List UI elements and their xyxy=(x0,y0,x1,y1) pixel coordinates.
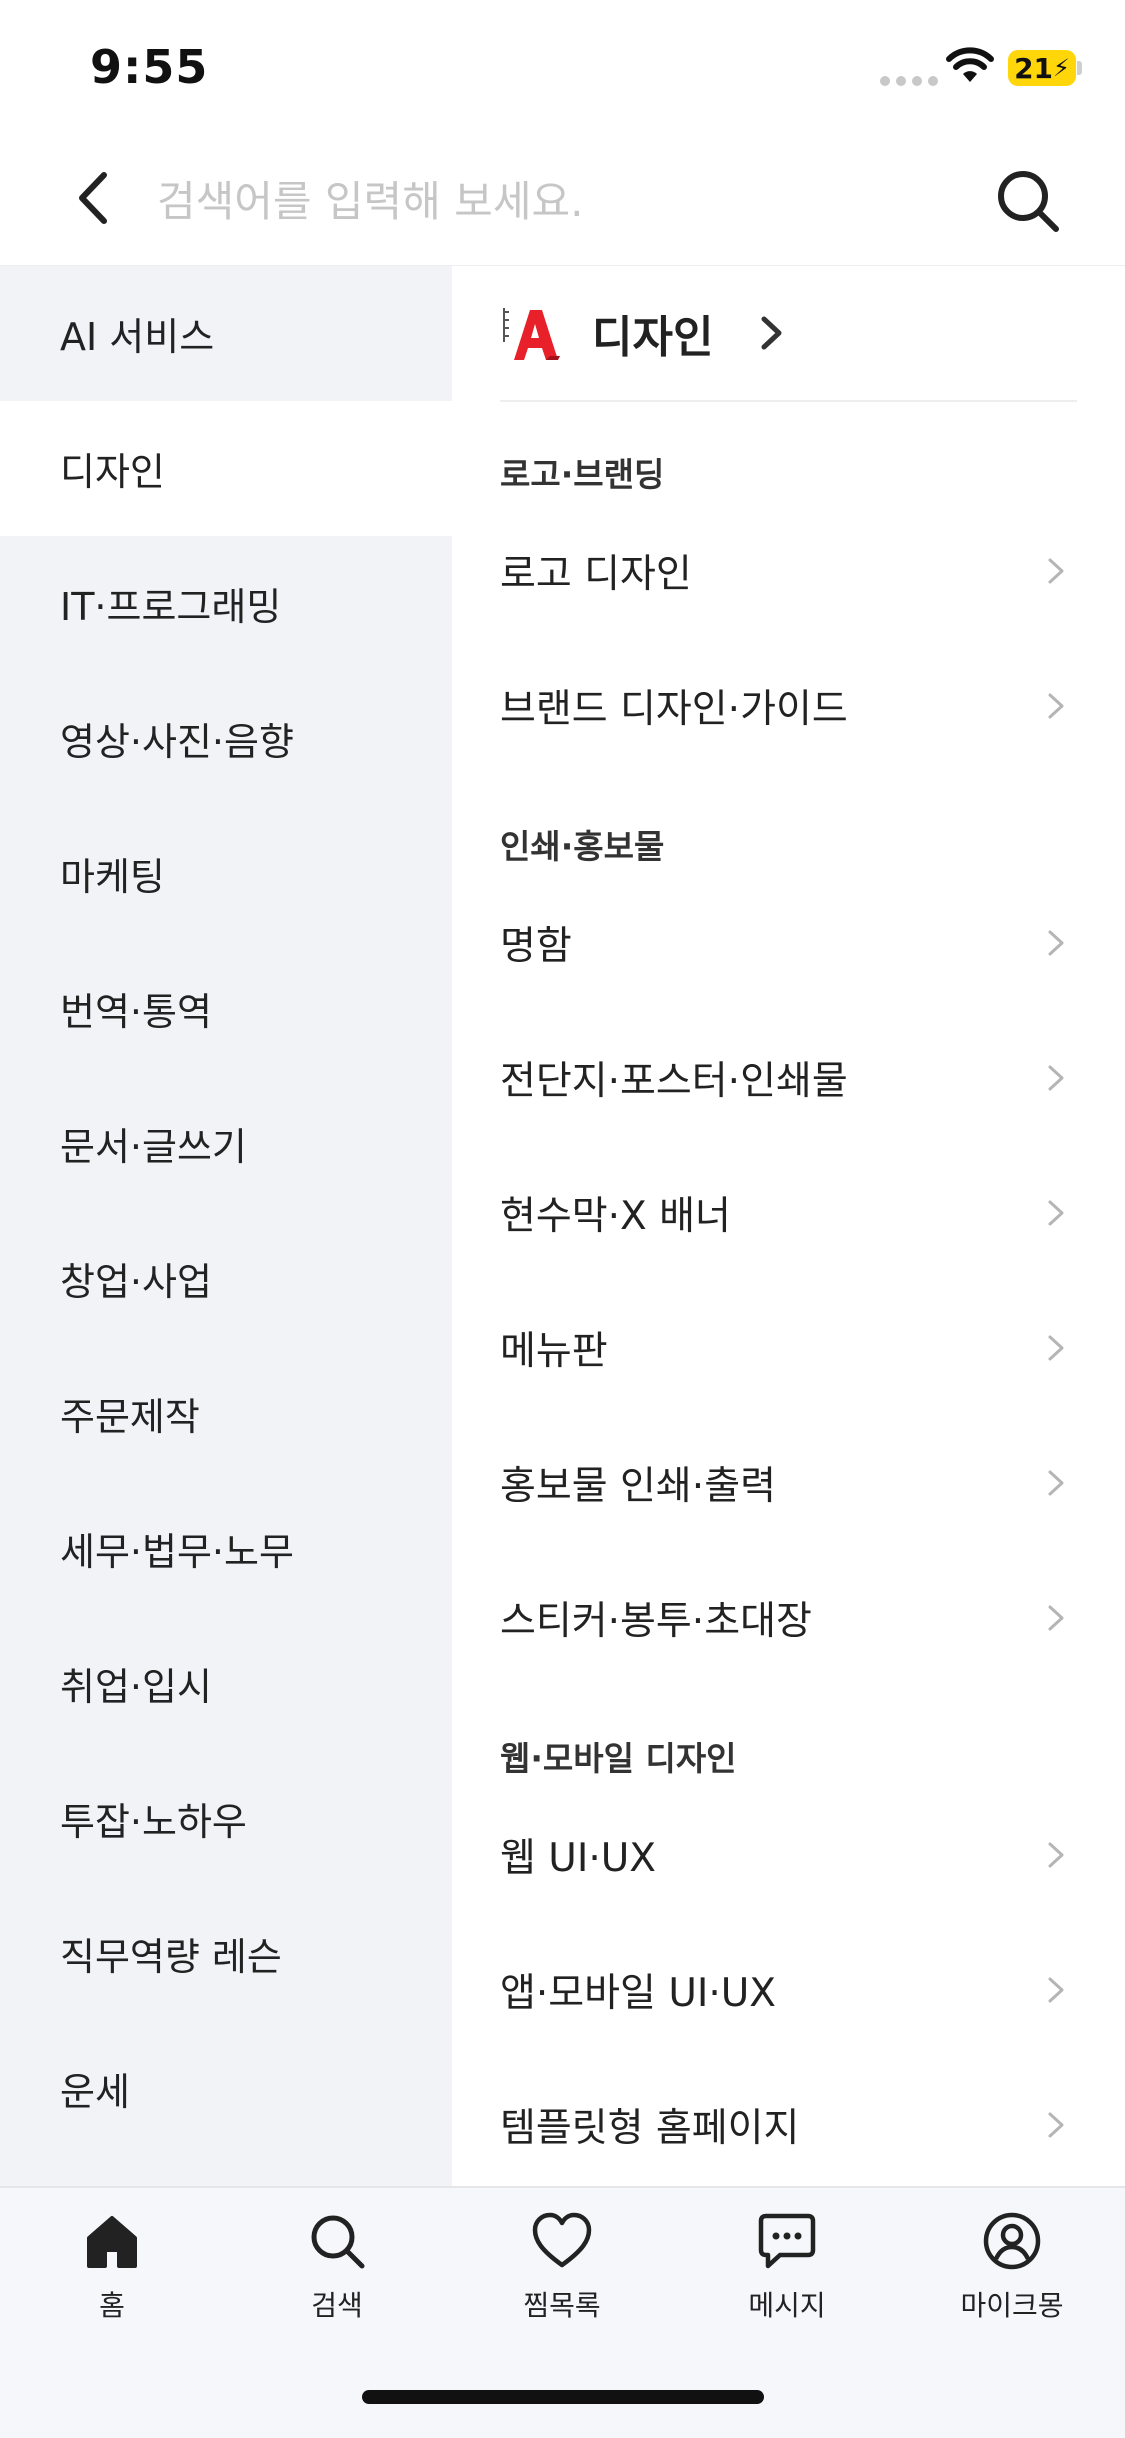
tab-search[interactable]: 검색 xyxy=(257,2210,417,2324)
sub-item-label: 현수막·X 배너 xyxy=(500,1194,731,1239)
group-title-web-mobile: 웹·모바일 디자인 xyxy=(500,1739,737,1778)
sub-item-template-homepage[interactable]: 템플릿형 홈페이지 xyxy=(500,2075,1077,2175)
home-icon xyxy=(87,2216,137,2268)
sub-item-label: 브랜드 디자인·가이드 xyxy=(500,687,848,732)
signal-icon xyxy=(880,76,938,86)
group-title-logo-branding: 로고·브랜딩 xyxy=(500,455,665,494)
category-label: 직무역량 레슨 xyxy=(60,1935,282,1979)
chevron-right-icon xyxy=(1048,2112,1064,2138)
wifi-icon xyxy=(946,47,994,82)
sub-item-app-ui-ux[interactable]: 앱·모바일 UI·UX xyxy=(500,1940,1077,2040)
category-label: 문서·글쓰기 xyxy=(60,1125,247,1169)
sub-item-sticker-invitation[interactable]: 스티커·봉투·초대장 xyxy=(500,1568,1077,1668)
tab-label: 메시지 xyxy=(748,2289,826,2322)
sub-item-menu-board[interactable]: 메뉴판 xyxy=(500,1298,1077,1398)
panel-title: 디자인 xyxy=(592,312,714,363)
tab-messages[interactable]: 메시지 xyxy=(707,2210,867,2324)
search-icon xyxy=(311,2215,365,2269)
category-item-job-skill-lesson[interactable]: 직무역량 레슨 xyxy=(0,1886,452,2021)
sub-item-label: 스티커·봉투·초대장 xyxy=(500,1599,812,1644)
category-label: 창업·사업 xyxy=(60,1260,212,1304)
category-label: 운세 xyxy=(60,2070,130,2114)
panel-header-design[interactable]: 디자인 xyxy=(500,266,1077,402)
category-label: IT·프로그래밍 xyxy=(60,585,282,629)
tab-home[interactable]: 홈 xyxy=(32,2210,192,2324)
category-label: 취업·입시 xyxy=(60,1665,212,1709)
chevron-right-icon xyxy=(1048,1605,1064,1631)
chevron-right-icon xyxy=(1048,1065,1064,1091)
category-item-writing[interactable]: 문서·글쓰기 xyxy=(0,1076,452,1211)
sub-item-label: 앱·모바일 UI·UX xyxy=(500,1971,777,2016)
category-item-job-admission[interactable]: 취업·입시 xyxy=(0,1616,452,1751)
tab-my-kmong[interactable]: 마이크몽 xyxy=(932,2210,1092,2324)
heart-icon xyxy=(532,2212,592,2268)
category-sidebar: AI 서비스 디자인 IT·프로그래밍 영상·사진·음향 마케팅 번역·통역 문… xyxy=(0,266,452,2186)
category-label: 투잡·노하우 xyxy=(60,1800,247,1844)
category-item-side-job-knowhow[interactable]: 투잡·노하우 xyxy=(0,1751,452,1886)
chevron-right-icon xyxy=(1048,1200,1064,1226)
battery-indicator: 21 ⚡ xyxy=(1008,50,1076,86)
sub-item-brand-design-guide[interactable]: 브랜드 디자인·가이드 xyxy=(500,656,1077,756)
category-item-fortune[interactable]: 운세 xyxy=(0,2021,452,2156)
group-title-print-promo: 인쇄·홍보물 xyxy=(500,827,665,866)
tab-label: 홈 xyxy=(99,2289,125,2322)
category-item-design[interactable]: 디자인 xyxy=(0,401,452,536)
category-item-marketing[interactable]: 마케팅 xyxy=(0,806,452,941)
chevron-right-icon xyxy=(1048,1470,1064,1496)
category-item-ai-service[interactable]: AI 서비스 xyxy=(0,266,452,401)
sub-item-label: 전단지·포스터·인쇄물 xyxy=(500,1059,848,1104)
chevron-right-icon xyxy=(1048,930,1064,956)
tab-label: 검색 xyxy=(311,2289,363,2322)
chevron-right-icon xyxy=(1048,1977,1064,2003)
category-label: 주문제작 xyxy=(60,1395,200,1439)
chevron-right-icon xyxy=(1048,1335,1064,1361)
tab-label: 마이크몽 xyxy=(960,2289,1064,2322)
sub-item-logo-design[interactable]: 로고 디자인 xyxy=(500,521,1077,621)
design-category-icon xyxy=(503,308,560,360)
category-item-startup-business[interactable]: 창업·사업 xyxy=(0,1211,452,1346)
category-label: 번역·통역 xyxy=(60,990,212,1034)
category-item-video-photo-audio[interactable]: 영상·사진·음향 xyxy=(0,671,452,806)
category-item-it-programming[interactable]: IT·프로그래밍 xyxy=(0,536,452,671)
category-label: AI 서비스 xyxy=(60,315,215,359)
category-item-tax-legal-labor[interactable]: 세무·법무·노무 xyxy=(0,1481,452,1616)
subcategory-panel: 디자인 로고·브랜딩 로고 디자인 브랜드 디자인·가이드 인쇄·홍보물 명함 … xyxy=(452,266,1125,2186)
status-bar: 9:55 21 ⚡ xyxy=(0,0,1125,135)
sub-item-business-card[interactable]: 명함 xyxy=(500,893,1077,993)
chevron-right-icon xyxy=(1048,558,1064,584)
category-label: 디자인 xyxy=(60,450,165,494)
chevron-right-icon xyxy=(761,316,782,350)
sub-item-label: 웹 UI·UX xyxy=(500,1836,656,1881)
chevron-right-icon xyxy=(1048,1842,1064,1868)
category-item-custom-production[interactable]: 주문제작 xyxy=(0,1346,452,1481)
search-input[interactable] xyxy=(155,165,959,237)
category-label: 세무·법무·노무 xyxy=(60,1530,294,1574)
sub-item-flyer-poster[interactable]: 전단지·포스터·인쇄물 xyxy=(500,1028,1077,1128)
message-icon xyxy=(758,2213,816,2269)
battery-level: 21 xyxy=(1014,51,1054,85)
sub-item-label: 템플릿형 홈페이지 xyxy=(500,2106,800,2151)
back-button[interactable] xyxy=(60,163,130,233)
sub-item-promo-printing[interactable]: 홍보물 인쇄·출력 xyxy=(500,1433,1077,1533)
battery-tip xyxy=(1077,61,1082,75)
tab-label: 찜목록 xyxy=(523,2289,601,2322)
chevron-right-icon xyxy=(1048,693,1064,719)
category-label: 마케팅 xyxy=(60,855,165,899)
sub-item-label: 로고 디자인 xyxy=(500,552,692,597)
sub-item-banner[interactable]: 현수막·X 배너 xyxy=(500,1163,1077,1263)
sub-item-web-ui-ux[interactable]: 웹 UI·UX xyxy=(500,1805,1077,1905)
home-indicator xyxy=(362,2390,764,2404)
tab-wishlist[interactable]: 찜목록 xyxy=(482,2210,642,2324)
status-time: 9:55 xyxy=(90,40,209,94)
category-label: 영상·사진·음향 xyxy=(60,720,294,764)
sub-item-label: 메뉴판 xyxy=(500,1329,608,1374)
category-item-translation[interactable]: 번역·통역 xyxy=(0,941,452,1076)
search-button[interactable] xyxy=(990,163,1065,238)
profile-icon xyxy=(983,2212,1041,2270)
sub-item-label: 홍보물 인쇄·출력 xyxy=(500,1464,776,1509)
search-header xyxy=(0,135,1125,267)
sub-item-label: 명함 xyxy=(500,924,572,969)
